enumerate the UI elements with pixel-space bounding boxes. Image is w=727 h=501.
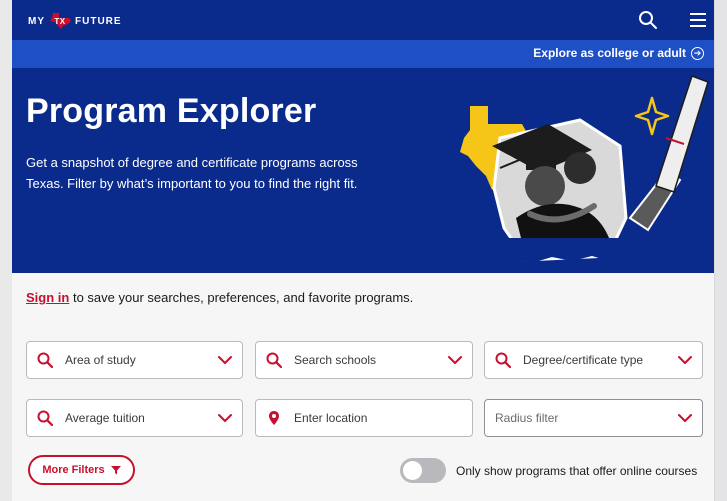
hamburger-menu-icon[interactable]	[690, 12, 706, 28]
search-icon	[266, 352, 282, 368]
search-icon	[37, 352, 53, 368]
online-courses-label: Only show programs that offer online cou…	[456, 464, 698, 478]
more-filters-label: More Filters	[42, 464, 105, 476]
explore-college-adult-link[interactable]: Explore as college or adult ➔	[533, 46, 704, 60]
search-schools-dropdown[interactable]: Search schools	[255, 341, 473, 379]
degree-type-label: Degree/certificate type	[523, 353, 644, 367]
location-field[interactable]: Enter location	[255, 399, 473, 437]
average-tuition-dropdown[interactable]: Average tuition	[26, 399, 243, 437]
logo-text-my: MY	[28, 15, 45, 27]
radius-filter-dropdown[interactable]: Radius filter	[484, 399, 703, 437]
chevron-down-icon	[678, 414, 692, 422]
average-tuition-label: Average tuition	[65, 411, 145, 425]
location-placeholder: Enter location	[294, 411, 368, 425]
top-nav: MY TX FUTURE	[12, 0, 714, 40]
signin-prompt: Sign in to save your searches, preferenc…	[26, 290, 413, 305]
area-of-study-dropdown[interactable]: Area of study	[26, 341, 243, 379]
hero-description: Get a snapshot of degree and certificate…	[26, 155, 358, 191]
chevron-down-icon	[678, 356, 692, 364]
online-courses-toggle[interactable]	[400, 458, 446, 483]
sign-in-link[interactable]: Sign in	[26, 290, 69, 305]
filter-funnel-icon	[110, 466, 121, 475]
torn-paper-edge	[12, 238, 714, 264]
window-scrollbar[interactable]	[714, 0, 727, 501]
toggle-knob	[403, 461, 422, 480]
chevron-down-icon	[448, 356, 462, 364]
mytxfuture-logo[interactable]: MY TX FUTURE	[28, 13, 122, 29]
search-schools-label: Search schools	[294, 353, 377, 367]
signin-prompt-text: to save your searches, preferences, and …	[69, 290, 414, 305]
map-pin-icon	[269, 411, 279, 425]
chevron-down-icon	[218, 414, 232, 422]
search-icon[interactable]	[638, 10, 658, 30]
logo-text-future: FUTURE	[75, 15, 122, 27]
arrow-right-circle-icon: ➔	[691, 46, 704, 60]
search-icon	[495, 352, 511, 368]
degree-certificate-type-dropdown[interactable]: Degree/certificate type	[484, 341, 703, 379]
logo-text-tx: TX	[54, 16, 66, 26]
explore-link-label: Explore as college or adult	[533, 46, 686, 60]
page-title: Program Explorer	[26, 92, 317, 130]
radius-filter-label: Radius filter	[495, 411, 559, 425]
chevron-down-icon	[218, 356, 232, 364]
area-of-study-label: Area of study	[65, 353, 136, 367]
texas-badge-icon: TX	[49, 13, 71, 29]
search-icon	[37, 410, 53, 426]
more-filters-button[interactable]: More Filters	[28, 455, 135, 485]
page: MY TX FUTURE Explore as college or adult…	[12, 0, 714, 501]
explore-bar: Explore as college or adult ➔	[12, 40, 714, 68]
